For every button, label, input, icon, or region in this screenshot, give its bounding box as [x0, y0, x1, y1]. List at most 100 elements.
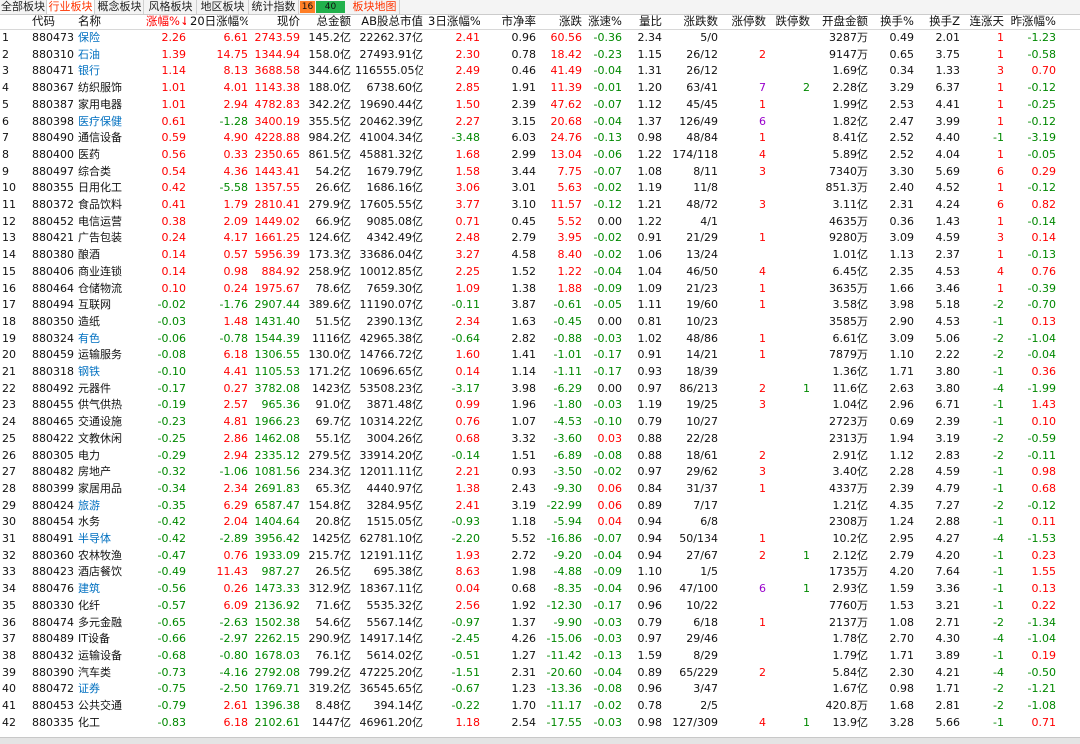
table-row[interactable]: 5 880387 家用电器 1.01 2.94 4782.83 342.2亿 19690.44…: [0, 97, 1080, 114]
tab-sector-map[interactable]: 板块地图: [350, 0, 400, 14]
cell-name[interactable]: 有色: [78, 331, 144, 348]
table-row[interactable]: 4 880367 纺织服饰 1.01 4.01 1143.38 188.0亿 6738.60亿…: [0, 80, 1080, 97]
table-row[interactable]: 19 880324 有色 -0.06 -0.78 1544.39 1116亿 42965.38…: [0, 331, 1080, 348]
table-row[interactable]: 10 880355 日用化工 0.42 -5.58 1357.55 26.6亿 1686.16…: [0, 180, 1080, 197]
header-turnover-z[interactable]: 换手Z: [918, 14, 960, 29]
cell-name[interactable]: 家用电器: [78, 97, 144, 114]
header-change-20d[interactable]: 20日涨幅%: [190, 14, 248, 29]
table-row[interactable]: 1 880473 保险 2.26 6.61 2743.59 145.2亿 22262.37亿 2…: [0, 30, 1080, 47]
table-row[interactable]: 38 880432 运输设备 -0.68 -0.80 1678.03 76.1亿 5614.0…: [0, 648, 1080, 665]
table-row[interactable]: 3 880471 银行 1.14 8.13 3688.58 344.6亿 116555.05亿…: [0, 63, 1080, 80]
table-row[interactable]: 33 880423 酒店餐饮 -0.49 11.43 987.27 26.5亿 695.38亿…: [0, 564, 1080, 581]
tab-all-sectors[interactable]: 全部板块: [0, 0, 47, 14]
cell-name[interactable]: 供气供热: [78, 397, 144, 414]
cell-name[interactable]: 日用化工: [78, 180, 144, 197]
cell-name[interactable]: 旅游: [78, 498, 144, 515]
tab-style-sectors[interactable]: 风格板块: [145, 0, 197, 14]
table-row[interactable]: 37 880489 IT设备 -0.66 -2.97 2262.15 290.9亿 14917…: [0, 631, 1080, 648]
cell-name[interactable]: 商业连锁: [78, 264, 144, 281]
cell-name[interactable]: 食品饮料: [78, 197, 144, 214]
header-prev-change[interactable]: 昨涨幅%: [1006, 14, 1056, 29]
table-row[interactable]: 36 880474 多元金融 -0.65 -2.63 1502.38 54.6亿 5567.1…: [0, 615, 1080, 632]
cell-name[interactable]: 酿酒: [78, 247, 144, 264]
header-change-pct[interactable]: 涨幅%↓: [146, 14, 186, 29]
cell-name[interactable]: 房地产: [78, 464, 144, 481]
cell-name[interactable]: 化纤: [78, 598, 144, 615]
table-row[interactable]: 39 880390 汽车类 -0.73 -4.16 2792.08 799.2亿 47225.…: [0, 665, 1080, 682]
cell-name[interactable]: 水务: [78, 514, 144, 531]
table-row[interactable]: 27 880482 房地产 -0.32 -1.06 1081.56 234.3亿 12011.…: [0, 464, 1080, 481]
header-market-cap[interactable]: AB股总市值: [355, 14, 423, 29]
cell-name[interactable]: 化工: [78, 715, 144, 732]
tab-region-sectors[interactable]: 地区板块: [197, 0, 249, 14]
header-volume-ratio[interactable]: 量比: [626, 14, 662, 29]
cell-name[interactable]: 文教休闲: [78, 431, 144, 448]
cell-name[interactable]: 综合类: [78, 164, 144, 181]
cell-name[interactable]: 汽车类: [78, 665, 144, 682]
table-row[interactable]: 30 880454 水务 -0.42 2.04 1404.64 20.8亿 1515.05亿 -…: [0, 514, 1080, 531]
header-pb-ratio[interactable]: 市净率: [486, 14, 537, 29]
cell-name[interactable]: 仓储物流: [78, 281, 144, 298]
table-row[interactable]: 28 880399 家居用品 -0.34 2.34 2691.83 65.3亿 4440.97…: [0, 481, 1080, 498]
cell-name[interactable]: 电信运营: [78, 214, 144, 231]
cell-name[interactable]: 钢铁: [78, 364, 144, 381]
table-row[interactable]: 15 880406 商业连锁 0.14 0.98 884.92 258.9亿 10012.85…: [0, 264, 1080, 281]
table-row[interactable]: 18 880350 造纸 -0.03 1.48 1431.40 51.5亿 2390.13亿 2…: [0, 314, 1080, 331]
table-row[interactable]: 20 880459 运输服务 -0.08 6.18 1306.55 130.0亿 14766.…: [0, 347, 1080, 364]
cell-name[interactable]: 医药: [78, 147, 144, 164]
cell-name[interactable]: 酒店餐饮: [78, 564, 144, 581]
table-row[interactable]: 41 880453 公共交通 -0.79 2.61 1396.38 8.48亿 394.14亿…: [0, 698, 1080, 715]
cell-name[interactable]: 半导体: [78, 531, 144, 548]
cell-name[interactable]: 家居用品: [78, 481, 144, 498]
table-row[interactable]: 26 880305 电力 -0.29 2.94 2335.12 279.5亿 33914.20…: [0, 448, 1080, 465]
table-row[interactable]: 13 880421 广告包装 0.24 4.17 1661.25 124.6亿 4342.49…: [0, 230, 1080, 247]
cell-name[interactable]: 元器件: [78, 381, 144, 398]
header-change-3d[interactable]: 3日涨幅%: [428, 14, 480, 29]
cell-name[interactable]: 石油: [78, 47, 144, 64]
header-turnover-rate[interactable]: 换手%: [872, 14, 914, 29]
table-row[interactable]: 12 880452 电信运营 0.38 2.09 1449.02 66.9亿 9085.08亿…: [0, 214, 1080, 231]
table-row[interactable]: 42 880335 化工 -0.83 6.18 2102.61 1447亿 46961.20亿…: [0, 715, 1080, 732]
cell-name[interactable]: 证券: [78, 681, 144, 698]
table-row[interactable]: 32 880360 农林牧渔 -0.47 0.76 1933.09 215.7亿 12191.…: [0, 548, 1080, 565]
table-row[interactable]: 21 880318 钢铁 -0.10 4.41 1105.53 171.2亿 10696.65…: [0, 364, 1080, 381]
table-row[interactable]: 31 880491 半导体 -0.42 -2.89 3956.42 1425亿 62781.1…: [0, 531, 1080, 548]
table-row[interactable]: 35 880330 化纤 -0.57 6.09 2136.92 71.6亿 5535.32亿 2…: [0, 598, 1080, 615]
header-limit-up-count[interactable]: 涨停数: [720, 14, 767, 29]
cell-name[interactable]: 农林牧渔: [78, 548, 144, 565]
cell-name[interactable]: 建筑: [78, 581, 144, 598]
table-row[interactable]: 25 880422 文教休闲 -0.25 2.86 1462.08 55.1亿 3004.26…: [0, 431, 1080, 448]
cell-name[interactable]: 通信设备: [78, 130, 144, 147]
table-row[interactable]: 14 880380 酿酒 0.14 0.57 5956.39 173.3亿 33686.04亿…: [0, 247, 1080, 264]
tab-concept-sectors[interactable]: 概念板块: [96, 0, 144, 14]
cell-name[interactable]: 保险: [78, 30, 144, 47]
cell-name[interactable]: 银行: [78, 63, 144, 80]
header-price[interactable]: 现价: [252, 14, 300, 29]
table-row[interactable]: 2 880310 石油 1.39 14.75 1344.94 158.0亿 27493.91亿…: [0, 47, 1080, 64]
tab-stat-index[interactable]: 统计指数: [249, 0, 299, 14]
cell-name[interactable]: IT设备: [78, 631, 144, 648]
header-open-amount[interactable]: 开盘金额: [812, 14, 868, 29]
table-row[interactable]: 7 880490 通信设备 0.59 4.90 4228.88 984.2亿 41004.34…: [0, 130, 1080, 147]
cell-name[interactable]: 运输服务: [78, 347, 144, 364]
cell-name[interactable]: 公共交通: [78, 698, 144, 715]
table-row[interactable]: 23 880455 供气供热 -0.19 2.57 965.36 91.0亿 3871.48亿…: [0, 397, 1080, 414]
header-consecutive-up-days[interactable]: 连涨天: [964, 14, 1005, 29]
table-row[interactable]: 9 880497 综合类 0.54 4.36 1443.41 54.2亿 1679.79亿 1.…: [0, 164, 1080, 181]
cell-name[interactable]: 广告包装: [78, 230, 144, 247]
table-row[interactable]: 29 880424 旅游 -0.35 6.29 6587.47 154.8亿 3284.95亿…: [0, 498, 1080, 515]
table-row[interactable]: 11 880372 食品饮料 0.41 1.79 2810.41 279.9亿 17605.5…: [0, 197, 1080, 214]
table-row[interactable]: 40 880472 证券 -0.75 -2.50 1769.71 319.2亿 36545.6…: [0, 681, 1080, 698]
table-row[interactable]: 17 880494 互联网 -0.02 -1.76 2907.44 389.6亿 11190.…: [0, 297, 1080, 314]
header-speed[interactable]: 涨速%: [586, 14, 622, 29]
header-change-value[interactable]: 涨跌: [538, 14, 582, 29]
table-row[interactable]: 22 880492 元器件 -0.17 0.27 3782.08 1423亿 53508.23…: [0, 381, 1080, 398]
table-row[interactable]: 8 880400 医药 0.56 0.33 2350.65 861.5亿 45881.32亿 1…: [0, 147, 1080, 164]
cell-name[interactable]: 运输设备: [78, 648, 144, 665]
header-up-down-count[interactable]: 涨跌数: [666, 14, 719, 29]
cell-name[interactable]: 交通设施: [78, 414, 144, 431]
table-row[interactable]: 16 880464 仓储物流 0.10 0.24 1975.67 78.6亿 7659.30亿…: [0, 281, 1080, 298]
header-limit-down-count[interactable]: 跌停数: [768, 14, 811, 29]
cell-name[interactable]: 纺织服饰: [78, 80, 144, 97]
cell-name[interactable]: 医疗保健: [78, 114, 144, 131]
